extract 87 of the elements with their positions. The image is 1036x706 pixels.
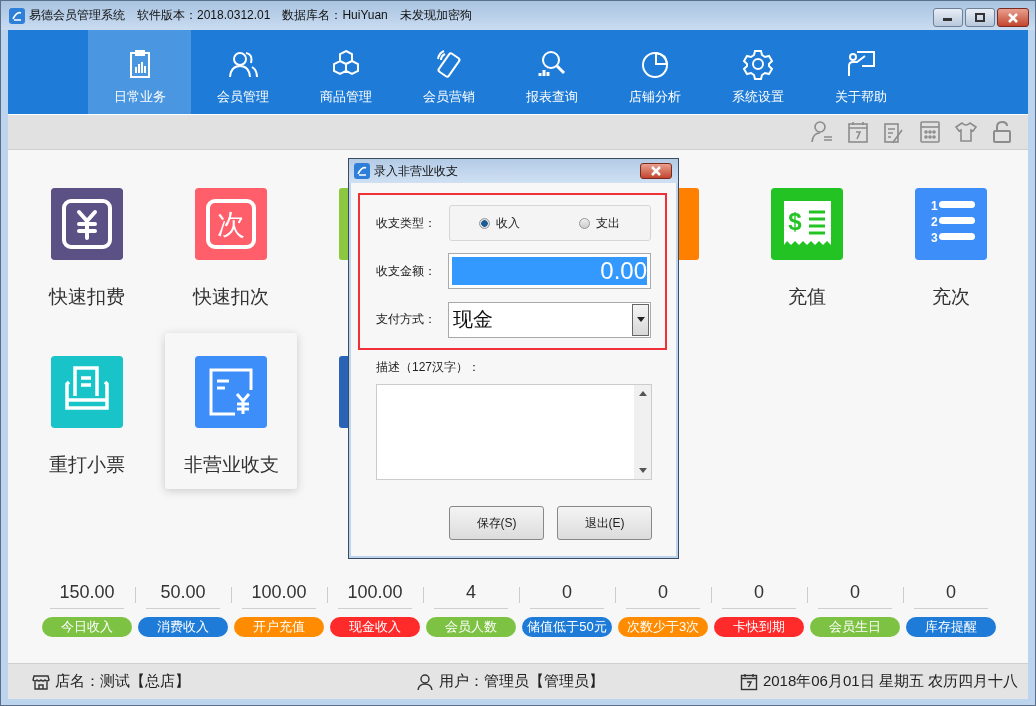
dialog-title: 录入非营业收支 <box>374 162 458 180</box>
nav-tab[interactable]: 商品管理 <box>294 30 397 114</box>
nav-tab[interactable]: 日常业务 <box>88 30 191 114</box>
maximize-button[interactable] <box>965 8 995 27</box>
version-text: 软件版本：2018.0312.01 <box>137 7 271 24</box>
stat-value: 0 <box>530 579 604 609</box>
tile-label: 重打小票 <box>49 453 125 477</box>
tile-label: 快速扣费 <box>49 285 125 309</box>
dongle-status-text: 未发现加密狗 <box>399 7 472 24</box>
stat-value: 4 <box>434 579 508 609</box>
stat-label[interactable]: 会员生日 <box>810 617 900 637</box>
radio-option[interactable]: 收入 <box>479 214 521 232</box>
radio-option[interactable]: 支出 <box>579 214 621 232</box>
window-title: 易德会员管理系统 <box>29 7 125 24</box>
note-edit-icon[interactable] <box>882 120 906 144</box>
receipt-printer-icon[interactable] <box>51 356 123 428</box>
stat-label[interactable]: 卡快到期 <box>714 617 804 637</box>
bill-yen-icon[interactable] <box>195 356 267 428</box>
stat-value: 0 <box>818 579 892 609</box>
tile-label: 充次 <box>932 285 970 309</box>
stat-value: 50.00 <box>146 579 220 609</box>
stat-value: 100.00 <box>338 579 412 609</box>
numbered-list-icon[interactable]: 1 2 3 <box>915 188 987 260</box>
stat-label[interactable]: 消费收入 <box>138 617 228 637</box>
keypad-icon[interactable] <box>918 120 942 144</box>
field-label: 支付方式： <box>376 311 437 329</box>
tile-card[interactable]: 重打小票 <box>21 333 153 489</box>
tile-card[interactable]: 1 2 3 充次 <box>885 165 1017 321</box>
stat-label[interactable]: 今日收入 <box>42 617 132 637</box>
settings-icon <box>741 48 774 80</box>
stat-value: 150.00 <box>50 579 124 609</box>
date-text: 2018年06月01日 星期五 农历四月十八 <box>762 672 1018 691</box>
stat-label[interactable]: 现金收入 <box>330 617 420 637</box>
calendar-icon <box>739 672 758 691</box>
shop-name-text: 店名：测试【总店】 <box>55 672 190 691</box>
stat-label[interactable]: 次数少于3次 <box>618 617 708 637</box>
nav-tab[interactable]: 关于帮助 <box>809 30 912 114</box>
dropdown-arrow-icon <box>636 317 645 323</box>
tile-card[interactable]: $ 充值 <box>741 165 873 321</box>
dialog-button[interactable]: 退出(E) <box>557 506 652 540</box>
stat-label[interactable]: 开户充值 <box>234 617 324 637</box>
amount-input[interactable]: 0.00 <box>447 253 651 290</box>
app-logo-icon <box>9 7 25 24</box>
database-text: 数据库名：HuiYuan <box>282 7 388 24</box>
nav-tab[interactable]: 会员管理 <box>191 30 294 114</box>
stat-label[interactable]: 库存提醒 <box>906 617 996 637</box>
tile-label: 充值 <box>788 285 826 309</box>
description-label: 描述（127汉字）： <box>376 359 482 376</box>
receipt-icon[interactable]: $ <box>771 188 843 260</box>
close-button[interactable] <box>640 163 672 179</box>
close-icon <box>1006 12 1020 23</box>
tile-card[interactable]: 次 快速扣次 <box>165 165 297 321</box>
tile-label: 非营业收支 <box>183 453 279 477</box>
field-label: 收支类型： <box>376 214 437 232</box>
stat-value: 0 <box>722 579 796 609</box>
scroll-down-icon[interactable] <box>638 468 647 473</box>
nav-tab[interactable]: 系统设置 <box>706 30 809 114</box>
character-box-icon[interactable]: 次 <box>195 188 267 260</box>
nav-tab[interactable]: 会员营销 <box>397 30 500 114</box>
nav-tab[interactable]: 报表查询 <box>500 30 603 114</box>
nav-tab[interactable]: 店铺分析 <box>603 30 706 114</box>
tile-card[interactable]: 快速扣费 <box>21 165 153 321</box>
tile-card[interactable]: 非营业收支 <box>165 333 297 489</box>
minimize-button[interactable] <box>933 8 963 27</box>
close-icon <box>649 166 663 176</box>
calendar-icon[interactable] <box>846 120 870 144</box>
yen-box-icon[interactable] <box>51 188 123 260</box>
app-logo-icon <box>354 163 370 179</box>
stat-value: 0 <box>626 579 700 609</box>
shirt-icon[interactable] <box>954 120 978 144</box>
scroll-up-icon[interactable] <box>638 391 647 396</box>
stat-label[interactable]: 会员人数 <box>426 617 516 637</box>
user-text: 用户：管理员【管理员】 <box>438 672 604 691</box>
stat-value: 100.00 <box>242 579 316 609</box>
tile-label: 快速扣次 <box>193 285 269 309</box>
dialog-button[interactable]: 保存(S) <box>449 506 544 540</box>
store-icon <box>32 672 50 691</box>
maximize-icon <box>974 12 986 23</box>
user-icon <box>415 672 434 691</box>
user-switch-icon[interactable] <box>810 120 834 144</box>
payment-method-dropdown[interactable]: 现金 <box>447 301 651 338</box>
close-button[interactable] <box>997 8 1029 27</box>
stat-value: 0 <box>914 579 988 609</box>
lock-icon[interactable] <box>990 120 1014 144</box>
scrollbar[interactable] <box>634 385 651 479</box>
stat-label[interactable]: 储值低于50元 <box>522 617 612 637</box>
field-label: 收支金额： <box>376 263 437 280</box>
